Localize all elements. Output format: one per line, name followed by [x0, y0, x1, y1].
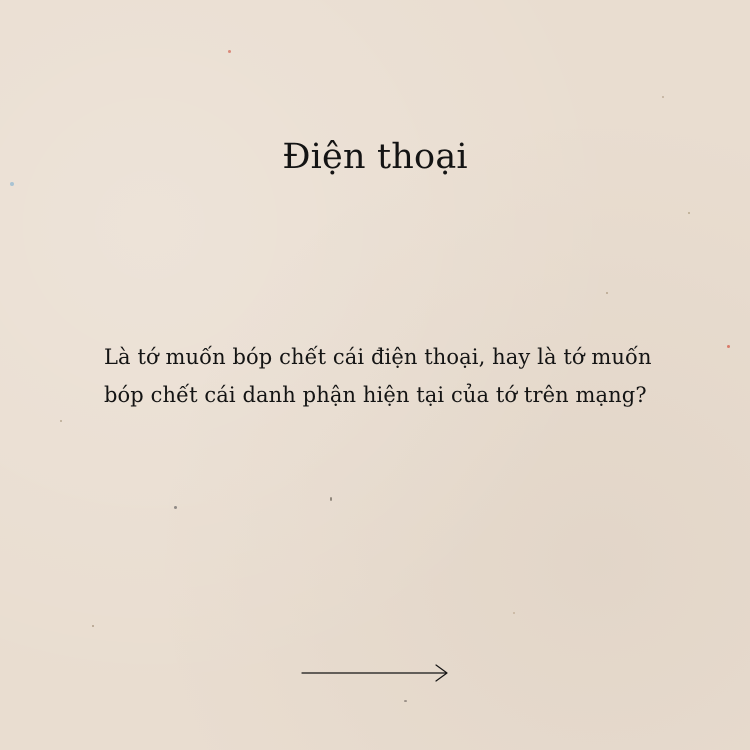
page-title: Điện thoại — [282, 137, 468, 177]
body-line-1: Là tớ muốn bóp chết cái điện thoại, hay … — [104, 345, 652, 369]
paper-speck — [606, 292, 608, 294]
paper-speck — [404, 700, 407, 702]
paper-speck — [688, 212, 690, 214]
paper-speck — [174, 506, 177, 509]
paper-speck — [513, 612, 515, 614]
paper-speck — [10, 182, 14, 186]
paper-speck — [662, 96, 664, 98]
paper-speck — [727, 345, 730, 348]
paper-speck — [330, 497, 332, 501]
paper-speck — [92, 625, 94, 627]
arrow-right-icon[interactable] — [300, 662, 450, 684]
body-text: Là tớ muốn bóp chết cái điện thoại, hay … — [104, 338, 652, 414]
paper-speck — [228, 50, 231, 53]
body-line-2: bóp chết cái danh phận hiện tại của tớ t… — [104, 383, 647, 407]
paper-speck — [60, 420, 62, 422]
